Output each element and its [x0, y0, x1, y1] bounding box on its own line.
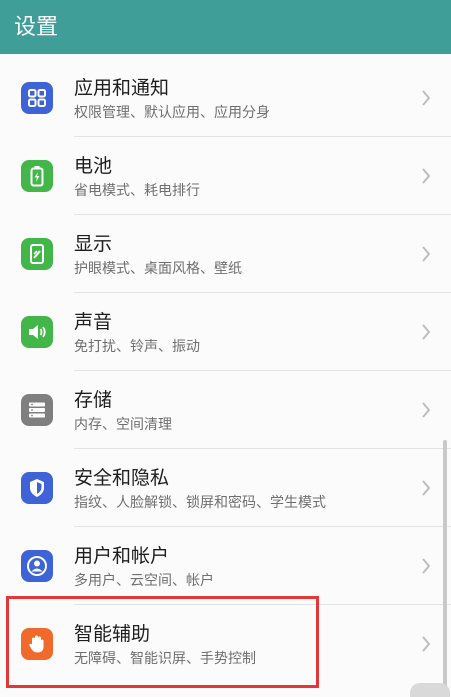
settings-item-subtitle: 指纹、人脸解锁、锁屏和密码、学生模式 — [74, 495, 326, 511]
chevron-right-icon — [422, 558, 431, 574]
settings-item-title: 显示 — [74, 233, 113, 255]
settings-item-battery[interactable]: 电池 省电模式、耗电排行 — [0, 136, 451, 214]
battery-icon — [21, 160, 53, 192]
settings-item-title: 智能辅助 — [74, 623, 151, 645]
settings-item-apps-notifications[interactable]: 应用和通知 权限管理、默认应用、应用分身 — [0, 58, 451, 136]
chevron-right-icon — [422, 168, 431, 184]
chevron-right-icon — [422, 402, 431, 418]
chevron-right-icon — [422, 324, 431, 340]
settings-item-subtitle: 权限管理、默认应用、应用分身 — [74, 105, 270, 121]
storage-icon — [21, 394, 53, 426]
chevron-right-icon — [422, 480, 431, 496]
settings-item-title: 应用和通知 — [74, 77, 170, 99]
page-title: 设置 — [14, 15, 59, 40]
settings-item-title: 用户和帐户 — [74, 545, 170, 567]
chevron-right-icon — [422, 636, 431, 652]
speaker-icon — [21, 316, 53, 348]
display-icon — [21, 238, 53, 270]
settings-item-subtitle: 免打扰、铃声、振动 — [74, 339, 200, 355]
settings-list[interactable]: 应用和通知 权限管理、默认应用、应用分身 电池 省电模式、耗电排行 显示 护眼模… — [0, 54, 451, 697]
settings-item-security-privacy[interactable]: 安全和隐私 指纹、人脸解锁、锁屏和密码、学生模式 — [0, 448, 451, 526]
settings-item-subtitle: 护眼模式、桌面风格、壁纸 — [74, 261, 242, 277]
app-header: 设置 — [0, 0, 451, 54]
settings-item-subtitle: 多用户、云空间、帐户 — [74, 573, 214, 589]
settings-item-subtitle: 内存、空间清理 — [74, 417, 172, 433]
settings-item-title: 存储 — [74, 389, 113, 411]
shield-icon — [21, 472, 53, 504]
settings-item-display[interactable]: 显示 护眼模式、桌面风格、壁纸 — [0, 214, 451, 292]
settings-item-title: 安全和隐私 — [74, 467, 170, 489]
chevron-right-icon — [422, 90, 431, 106]
chevron-right-icon — [422, 246, 431, 262]
settings-item-subtitle: 无障碍、智能识屏、手势控制 — [74, 651, 256, 667]
hand-icon — [21, 628, 53, 660]
settings-item-subtitle: 省电模式、耗电排行 — [74, 183, 200, 199]
settings-item-title: 声音 — [74, 311, 113, 333]
settings-item-smart-assistance[interactable]: 智能辅助 无障碍、智能识屏、手势控制 — [0, 604, 451, 682]
overlay-button-edge — [410, 683, 450, 697]
settings-item-storage[interactable]: 存储 内存、空间清理 — [0, 370, 451, 448]
scrollbar[interactable] — [443, 440, 447, 690]
user-icon — [21, 550, 53, 582]
settings-item-sound[interactable]: 声音 免打扰、铃声、振动 — [0, 292, 451, 370]
settings-item-users-accounts[interactable]: 用户和帐户 多用户、云空间、帐户 — [0, 526, 451, 604]
settings-item-title: 电池 — [74, 155, 113, 177]
apps-grid-icon — [21, 82, 53, 114]
